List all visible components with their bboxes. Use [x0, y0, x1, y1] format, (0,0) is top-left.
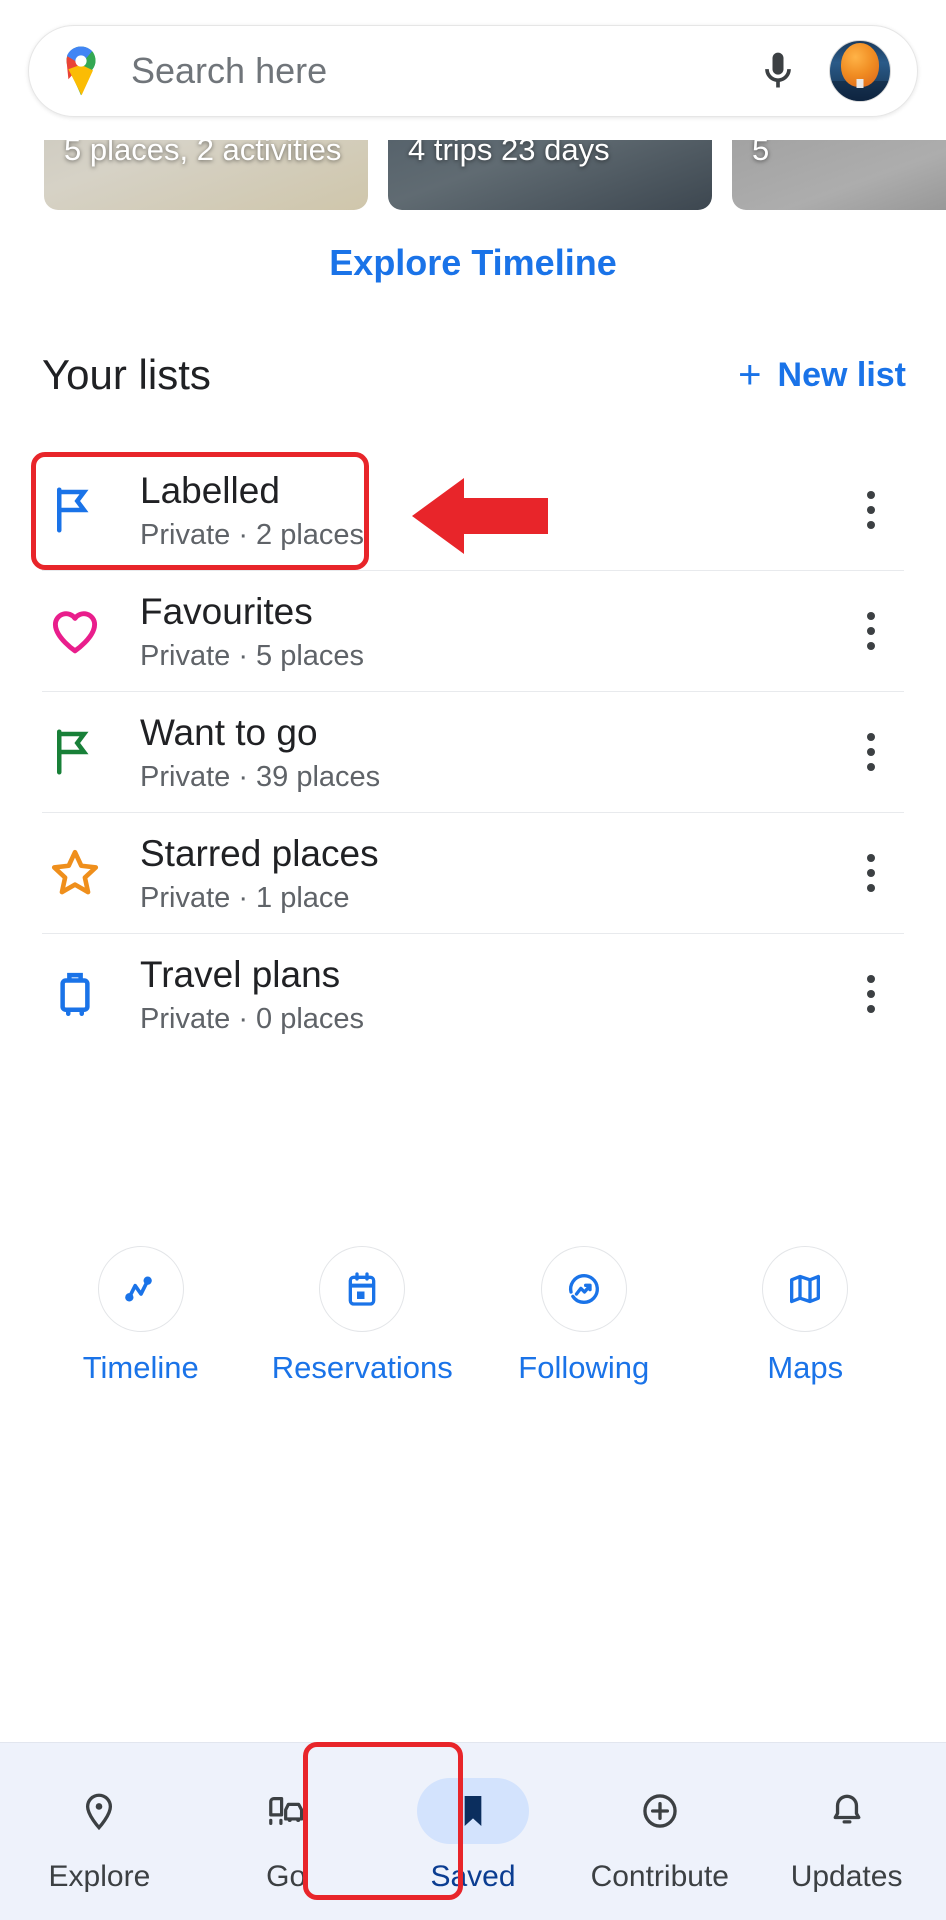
nav-item-explore[interactable]: Explore — [9, 1770, 189, 1894]
list-item-text: Travel plans Private · 0 places — [140, 952, 836, 1036]
explore-timeline-link[interactable]: Explore Timeline — [0, 242, 946, 284]
quick-action-following[interactable]: Following — [489, 1246, 679, 1386]
search-input[interactable] — [131, 50, 749, 92]
microphone-icon[interactable] — [749, 42, 807, 100]
avatar-basket — [856, 78, 864, 88]
timeline-card[interactable]: 5 places, 2 activities — [44, 140, 368, 210]
heart-outline-icon — [42, 603, 108, 659]
list-item-title: Favourites — [140, 590, 313, 632]
timeline-card[interactable]: 4 trips 23 days — [388, 140, 712, 210]
timeline-card-caption: 4 trips 23 days — [408, 140, 610, 167]
plus-circle-icon — [604, 1778, 716, 1844]
bottom-navigation: Explore Go Saved Contribute Updates — [0, 1742, 946, 1920]
nav-label: Updates — [790, 1859, 903, 1893]
page-title: Your lists — [42, 351, 211, 398]
quick-action-maps[interactable]: Maps — [710, 1246, 900, 1386]
map-icon — [762, 1246, 849, 1332]
new-list-button[interactable]: + New list — [738, 355, 906, 395]
google-maps-pin-icon — [59, 45, 103, 97]
nav-label: Go — [266, 1859, 307, 1893]
quick-action-timeline[interactable]: Timeline — [46, 1246, 236, 1386]
your-lists-header: Your lists + New list — [0, 345, 946, 405]
flag-outline-icon — [42, 483, 108, 537]
list-item-subtitle: Private · 39 places — [140, 761, 381, 794]
list-item-want-to-go[interactable]: Want to go Private · 39 places — [0, 692, 946, 812]
quick-action-reservations[interactable]: Reservations — [267, 1246, 457, 1386]
more-options-icon[interactable] — [836, 975, 906, 1013]
timeline-card-caption: 5 — [752, 140, 770, 167]
commute-car-icon — [230, 1778, 342, 1844]
list-item-travel-plans[interactable]: Travel plans Private · 0 places — [0, 934, 946, 1054]
more-options-icon[interactable] — [836, 612, 906, 650]
nav-label: Saved — [430, 1859, 516, 1893]
nav-label: Explore — [48, 1859, 151, 1893]
timeline-card-caption: 5 places, 2 activities — [64, 140, 342, 167]
google-maps-saved-screen: 5 places, 2 activities 4 trips 23 days 5 — [0, 0, 946, 1920]
trending-circle-icon — [540, 1246, 627, 1332]
timeline-chart-icon — [97, 1246, 184, 1332]
timeline-card[interactable]: 5 — [732, 140, 946, 210]
search-bar[interactable] — [28, 25, 918, 117]
nav-label: Contribute — [590, 1859, 729, 1893]
nav-item-saved[interactable]: Saved — [383, 1770, 563, 1894]
list-item-subtitle: Private · 0 places — [140, 1003, 365, 1036]
list-item-starred-places[interactable]: Starred places Private · 1 place — [0, 813, 946, 933]
list-item-title: Starred places — [140, 832, 379, 874]
list-item-text: Favourites Private · 5 places — [140, 589, 836, 673]
nav-item-updates[interactable]: Updates — [757, 1770, 937, 1894]
bell-icon — [791, 1778, 903, 1844]
nav-item-go[interactable]: Go — [196, 1770, 376, 1894]
quick-action-label: Following — [518, 1350, 650, 1385]
quick-actions-row: Timeline Reservations Following Maps — [0, 1246, 946, 1386]
bookmark-filled-icon — [416, 1777, 529, 1844]
list-item-text: Want to go Private · 39 places — [140, 710, 836, 794]
more-options-icon[interactable] — [836, 854, 906, 892]
timeline-cards-strip[interactable]: 5 places, 2 activities 4 trips 23 days 5 — [0, 140, 946, 212]
list-item-title: Travel plans — [140, 953, 341, 995]
avatar[interactable] — [829, 40, 891, 102]
quick-action-label: Maps — [767, 1350, 844, 1385]
list-item-subtitle: Private · 1 place — [140, 882, 350, 915]
pointer-arrow-icon — [412, 474, 548, 563]
list-item-subtitle: Private · 5 places — [140, 640, 365, 673]
star-outline-icon — [42, 844, 108, 902]
new-list-label: New list — [777, 355, 906, 394]
nav-item-contribute[interactable]: Contribute — [570, 1770, 750, 1894]
flag-outline-icon — [42, 725, 108, 779]
more-options-icon[interactable] — [836, 733, 906, 771]
more-options-icon[interactable] — [836, 491, 906, 529]
list-item-title: Want to go — [140, 711, 318, 753]
calendar-icon — [319, 1246, 406, 1332]
plus-icon: + — [738, 353, 762, 397]
quick-action-label: Timeline — [82, 1350, 199, 1385]
quick-action-label: Reservations — [271, 1350, 453, 1385]
location-pin-icon — [43, 1778, 155, 1844]
suitcase-outline-icon — [42, 967, 108, 1021]
list-item-text: Starred places Private · 1 place — [140, 831, 836, 915]
list-item-favourites[interactable]: Favourites Private · 5 places — [0, 571, 946, 691]
